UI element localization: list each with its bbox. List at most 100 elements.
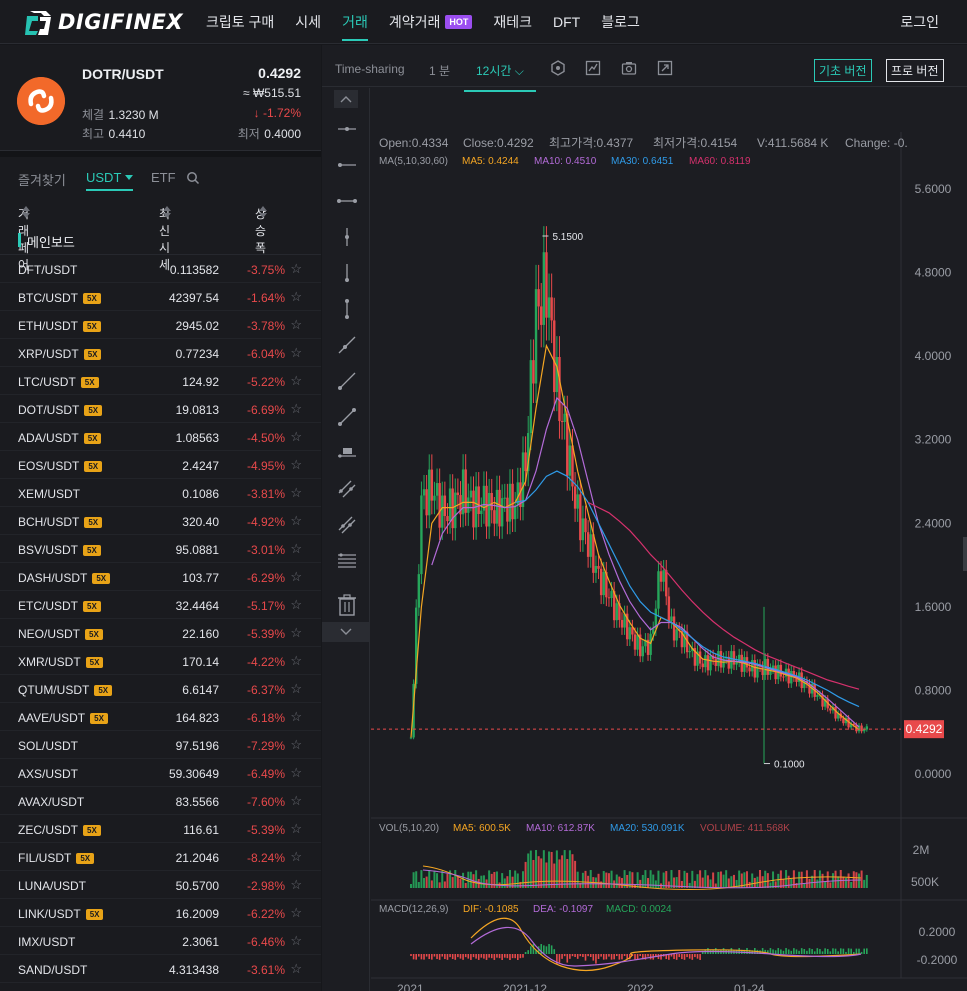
pair-row[interactable]: FIL/USDT 5X 21.2046 -8.24% ☆ <box>0 843 321 871</box>
star-icon[interactable]: ☆ <box>290 961 302 977</box>
col-pair[interactable]: 거래페어 <box>18 205 30 272</box>
star-icon[interactable]: ☆ <box>290 709 302 725</box>
price-label-icon[interactable] <box>336 442 358 464</box>
pair-row[interactable]: LINK/USDT 5X 16.2009 -6.22% ☆ <box>0 899 321 927</box>
nav-buy-crypto[interactable]: 크립토 구매 <box>206 0 274 44</box>
star-icon[interactable]: ☆ <box>290 485 302 501</box>
basic-version-button[interactable]: 기초 버전 <box>814 59 872 82</box>
search-icon[interactable] <box>186 171 200 185</box>
pair-row[interactable]: BCH/USDT 5X 320.40 -4.92% ☆ <box>0 507 321 535</box>
pair-row[interactable]: DFT/USDT 0.113582 -3.75% ☆ <box>0 255 321 283</box>
login-link[interactable]: 로그인 <box>900 0 939 44</box>
brand-logo[interactable]: DIGIFINEX <box>24 7 190 37</box>
horizontal-segment-icon[interactable] <box>336 190 358 212</box>
col-price[interactable]: 최신시세 <box>159 205 171 272</box>
nav-futures[interactable]: 계약거래 HOT <box>389 0 473 44</box>
star-icon[interactable]: ☆ <box>290 933 302 949</box>
fibonacci-icon[interactable] <box>336 550 358 572</box>
trend-line-icon[interactable] <box>336 370 358 392</box>
vertical-line-icon[interactable] <box>336 262 358 284</box>
star-icon[interactable]: ☆ <box>290 737 302 753</box>
pair-row[interactable]: XEM/USDT 0.1086 -3.81% ☆ <box>0 479 321 507</box>
star-icon[interactable]: ☆ <box>290 793 302 809</box>
star-icon[interactable]: ☆ <box>290 681 302 697</box>
star-icon[interactable]: ☆ <box>290 765 302 781</box>
macd-bar <box>795 949 798 954</box>
time-sharing-button[interactable]: Time-sharing <box>335 62 405 76</box>
pair-row[interactable]: LUNA/USDT 50.5700 -2.98% ☆ <box>0 871 321 899</box>
horizontal-ray-icon[interactable] <box>336 118 358 140</box>
indicator-settings-icon[interactable] <box>550 60 566 76</box>
pair-row[interactable]: ZEC/USDT 5X 116.61 -5.39% ☆ <box>0 815 321 843</box>
star-icon[interactable]: ☆ <box>290 905 302 921</box>
pair-change: -2.98% <box>246 879 285 893</box>
segment-line-icon[interactable] <box>336 406 358 428</box>
macd-bar <box>845 951 847 954</box>
pair-row[interactable]: XRP/USDT 5X 0.77234 -6.04% ☆ <box>0 339 321 367</box>
vertical-ray-icon[interactable] <box>336 226 358 248</box>
pair-row[interactable]: ETC/USDT 5X 32.4464 -5.17% ☆ <box>0 591 321 619</box>
pair-row[interactable]: AVAX/USDT 83.5566 -7.60% ☆ <box>0 787 321 815</box>
star-icon[interactable]: ☆ <box>290 625 302 641</box>
pair-row[interactable]: DASH/USDT 5X 103.77 -6.29% ☆ <box>0 563 321 591</box>
nav-trade[interactable]: 거래 <box>342 0 368 44</box>
tab-favorites[interactable]: 즐겨찾기 <box>18 170 66 189</box>
star-icon[interactable]: ☆ <box>290 401 302 417</box>
candlestick-chart[interactable]: Open:0.4334 Close:0.4292 최고가격:0.4377 최저가격:0… <box>371 88 967 991</box>
star-icon[interactable]: ☆ <box>290 261 302 277</box>
pair-row[interactable]: SAND/USDT 4.313438 -3.61% ☆ <box>0 955 321 983</box>
star-icon[interactable]: ☆ <box>290 345 302 361</box>
trend-ray-icon[interactable] <box>336 334 358 356</box>
pair-row[interactable]: LTC/USDT 5X 124.92 -5.22% ☆ <box>0 367 321 395</box>
col-change[interactable]: 상승폭 <box>255 205 267 255</box>
pair-row[interactable]: ADA/USDT 5X 1.08563 -4.50% ☆ <box>0 423 321 451</box>
vertical-segment-icon[interactable] <box>336 298 358 320</box>
one-minute-button[interactable]: 1 분 <box>429 62 450 79</box>
camera-icon[interactable] <box>621 60 637 76</box>
star-icon[interactable]: ☆ <box>290 513 302 529</box>
star-icon[interactable]: ☆ <box>290 541 302 557</box>
pair-row[interactable]: ETH/USDT 5X 2945.02 -3.78% ☆ <box>0 311 321 339</box>
pair-row[interactable]: DOT/USDT 5X 19.0813 -6.69% ☆ <box>0 395 321 423</box>
pair-row[interactable]: EOS/USDT 5X 2.4247 -4.95% ☆ <box>0 451 321 479</box>
star-icon[interactable]: ☆ <box>290 569 302 585</box>
nav-dft[interactable]: DFT <box>553 0 580 44</box>
fullscreen-icon[interactable] <box>657 60 673 76</box>
horizontal-line-icon[interactable] <box>336 154 358 176</box>
pair-row[interactable]: XMR/USDT 5X 170.14 -4.22% ☆ <box>0 647 321 675</box>
star-icon[interactable]: ☆ <box>290 877 302 893</box>
price-channel-icon[interactable] <box>336 514 358 536</box>
tab-etf[interactable]: ETF <box>151 170 176 185</box>
pair-row[interactable]: QTUM/USDT 5X 6.6147 -6.37% ☆ <box>0 675 321 703</box>
star-icon[interactable]: ☆ <box>290 653 302 669</box>
chevron-up-icon[interactable] <box>334 90 358 108</box>
pair-row[interactable]: BTC/USDT 5X 42397.54 -1.64% ☆ <box>0 283 321 311</box>
macd-bar <box>816 948 819 954</box>
pair-row[interactable]: AXS/USDT 59.30649 -6.49% ☆ <box>0 759 321 787</box>
pair-row[interactable]: IMX/USDT 2.3061 -6.46% ☆ <box>0 927 321 955</box>
parallel-channel-icon[interactable] <box>336 478 358 500</box>
pair-row[interactable]: NEO/USDT 5X 22.160 -5.39% ☆ <box>0 619 321 647</box>
pro-version-button[interactable]: 프로 버전 <box>886 59 944 82</box>
star-icon[interactable]: ☆ <box>290 373 302 389</box>
nav-finance[interactable]: 재테크 <box>493 0 532 44</box>
line-chart-icon[interactable] <box>585 60 601 76</box>
tab-usdt[interactable]: USDT <box>86 170 134 191</box>
star-icon[interactable]: ☆ <box>290 597 302 613</box>
scrollbar[interactable] <box>963 537 967 571</box>
star-icon[interactable]: ☆ <box>290 849 302 865</box>
chevron-down-icon[interactable] <box>322 622 370 642</box>
pair-row[interactable]: BSV/USDT 5X 95.0881 -3.01% ☆ <box>0 535 321 563</box>
nav-markets[interactable]: 시세 <box>295 0 321 44</box>
star-icon[interactable]: ☆ <box>290 317 302 333</box>
star-icon[interactable]: ☆ <box>290 289 302 305</box>
trash-icon[interactable] <box>336 592 358 618</box>
star-icon[interactable]: ☆ <box>290 429 302 445</box>
volume-bar <box>615 874 618 888</box>
pair-row[interactable]: AAVE/USDT 5X 164.823 -6.18% ☆ <box>0 703 321 731</box>
star-icon[interactable]: ☆ <box>290 821 302 837</box>
interval-select[interactable]: 12시간 ⌵ <box>464 62 536 92</box>
nav-blog[interactable]: 블로그 <box>601 0 640 44</box>
star-icon[interactable]: ☆ <box>290 457 302 473</box>
pair-row[interactable]: SOL/USDT 97.5196 -7.29% ☆ <box>0 731 321 759</box>
